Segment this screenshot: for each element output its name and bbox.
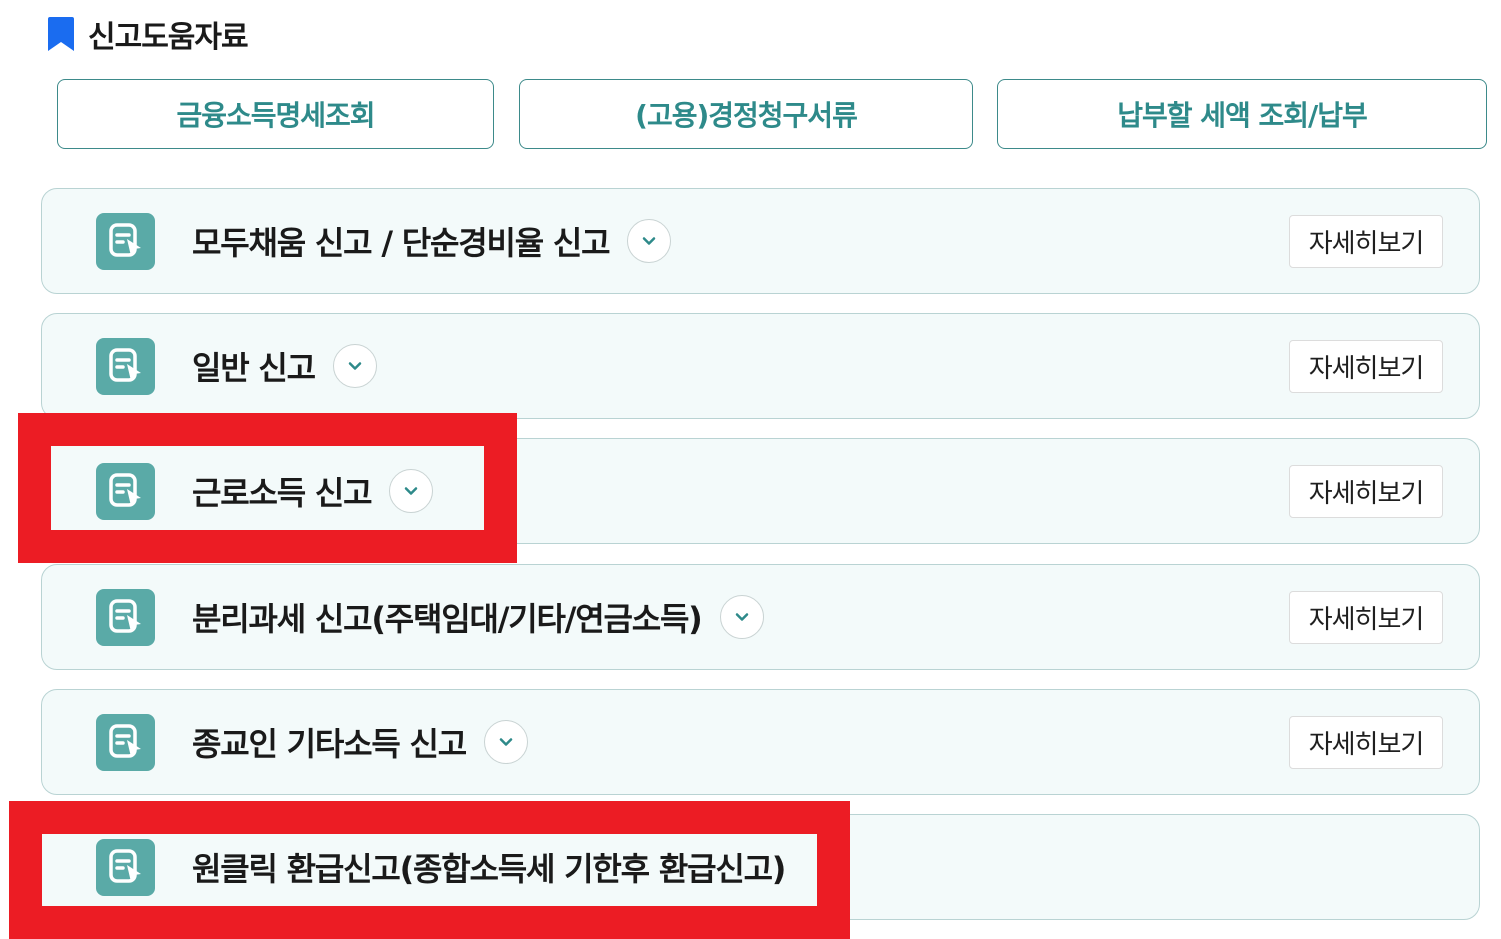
expand-button[interactable]: [332, 344, 377, 388]
section-title: 신고도움자료: [88, 20, 249, 55]
chevron-down-icon: [405, 487, 418, 495]
detail-button[interactable]: 자세히보기: [1289, 465, 1443, 518]
card-title: 원클릭 환급신고(종합소득세 기한후 환급신고): [192, 850, 786, 888]
document-icon: [96, 462, 155, 520]
chevron-down-icon: [735, 613, 748, 621]
card-title: 일반 신고: [192, 349, 316, 387]
card-general-report: 일반 신고 자세히보기: [41, 313, 1480, 419]
card-earned-income-report: 근로소득 신고 자세히보기: [41, 438, 1480, 544]
document-icon: [96, 713, 155, 771]
expand-button[interactable]: [627, 219, 672, 263]
tax-payment-button[interactable]: 납부할 세액 조회/납부: [997, 79, 1487, 149]
card-one-click-refund[interactable]: 원클릭 환급신고(종합소득세 기한후 환급신고): [41, 814, 1480, 920]
employment-correction-button[interactable]: (고용)경정청구서류: [519, 79, 973, 149]
chevron-down-icon: [348, 362, 362, 370]
financial-income-button[interactable]: 금융소득명세조회: [57, 79, 494, 149]
card-separate-taxation-report: 분리과세 신고(주택임대/기타/연금소득) 자세히보기: [41, 564, 1480, 670]
chevron-down-icon: [499, 738, 513, 746]
card-title: 종교인 기타소득 신고: [192, 725, 467, 763]
section-header: 신고도움자료: [48, 14, 249, 55]
detail-button[interactable]: 자세히보기: [1289, 716, 1443, 769]
document-icon: [96, 588, 155, 646]
chevron-down-icon: [643, 237, 656, 245]
card-simple-report: 모두채움 신고 / 단순경비율 신고 자세히보기: [41, 188, 1480, 294]
document-icon: [96, 337, 155, 395]
expand-button[interactable]: [719, 595, 764, 639]
document-icon: [96, 838, 155, 896]
detail-button[interactable]: 자세히보기: [1289, 340, 1443, 393]
card-title: 모두채움 신고 / 단순경비율 신고: [192, 224, 611, 262]
card-title: 분리과세 신고(주택임대/기타/연금소득): [192, 600, 703, 638]
detail-button[interactable]: 자세히보기: [1289, 215, 1443, 268]
card-title: 근로소득 신고: [192, 474, 373, 512]
expand-button[interactable]: [484, 720, 529, 764]
bookmark-icon: [48, 17, 74, 51]
detail-button[interactable]: 자세히보기: [1289, 591, 1443, 644]
card-religious-income-report: 종교인 기타소득 신고 자세히보기: [41, 689, 1480, 795]
expand-button[interactable]: [389, 469, 434, 513]
document-icon: [96, 212, 155, 270]
